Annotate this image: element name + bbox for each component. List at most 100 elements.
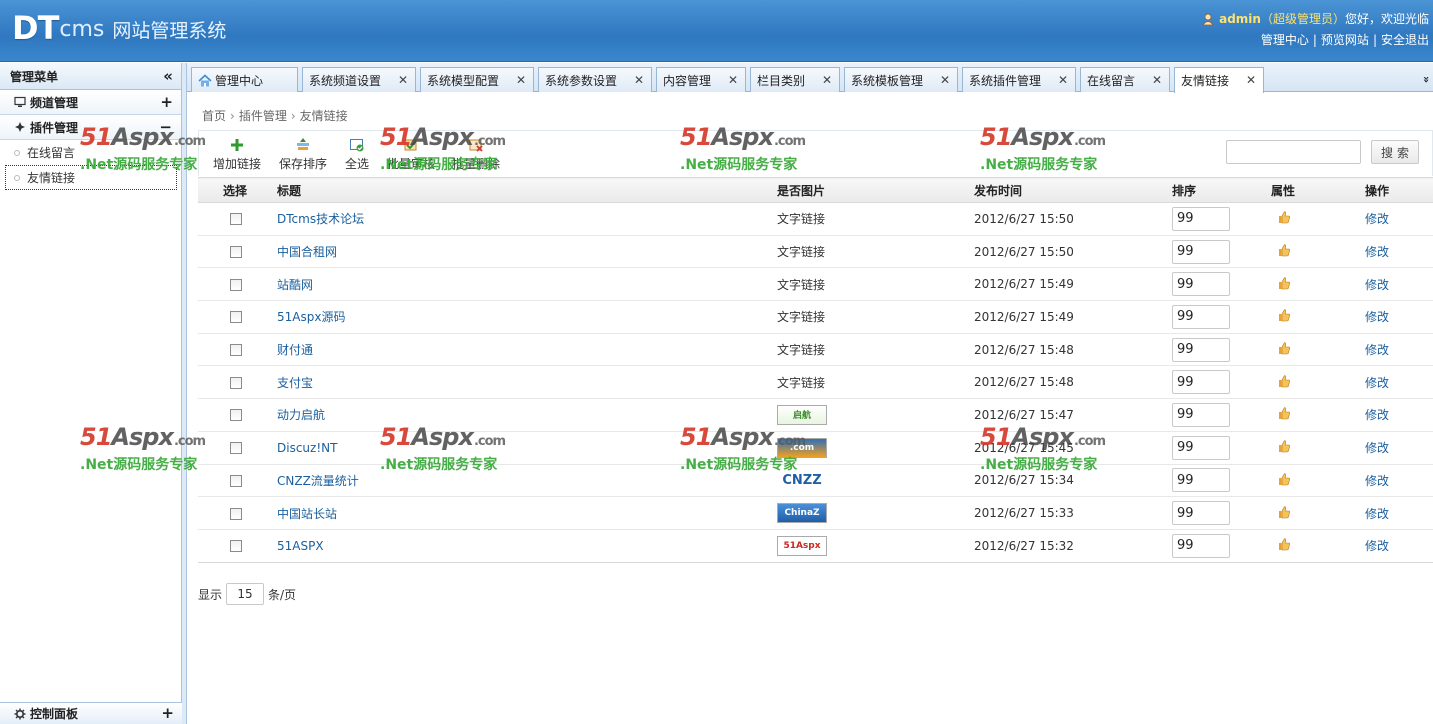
edit-link[interactable]: 修改 (1365, 539, 1389, 553)
row-checkbox[interactable] (230, 474, 242, 487)
collapse-group-icon[interactable]: − (159, 119, 172, 135)
link-title[interactable]: DTcms技术论坛 (277, 212, 364, 226)
close-icon[interactable]: ✕ (398, 73, 408, 87)
edit-link[interactable]: 修改 (1365, 343, 1389, 357)
main-content: 首页 › 插件管理 › 友情链接 增加链接 保存排序 全选 批量审核 批量删除 搜索 选… (187, 93, 1433, 724)
thumbs-up-icon[interactable] (1277, 243, 1291, 257)
search-button[interactable]: 搜索 (1371, 140, 1419, 164)
edit-link[interactable]: 修改 (1365, 310, 1389, 324)
close-icon[interactable]: ✕ (1152, 73, 1162, 87)
thumbs-up-icon[interactable] (1277, 276, 1291, 290)
link-title[interactable]: 51Aspx源码 (277, 310, 345, 324)
top-links: 管理中心 | 预览网站 | 安全退出 (1261, 31, 1429, 48)
expand-icon[interactable]: + (161, 706, 174, 721)
link-title[interactable]: Discuz!NT (277, 441, 337, 455)
breadcrumb-home[interactable]: 首页 (202, 109, 226, 123)
tab-content-manage[interactable]: 内容管理 ✕ (656, 67, 746, 92)
sort-input[interactable]: 99 (1172, 304, 1230, 329)
sort-input[interactable]: 99 (1172, 468, 1230, 493)
tab-scroll-icon[interactable]: » (1414, 73, 1433, 86)
close-icon[interactable]: ✕ (1246, 73, 1256, 87)
menu-group-channel[interactable]: 频道管理 + (0, 90, 181, 115)
expand-icon[interactable]: + (160, 94, 173, 110)
edit-link[interactable]: 修改 (1365, 507, 1389, 521)
breadcrumb-plugin[interactable]: 插件管理 (239, 109, 287, 123)
close-icon[interactable]: ✕ (1058, 73, 1068, 87)
sidebar-footer-control-panel[interactable]: 控制面板 + (0, 702, 182, 724)
row-checkbox[interactable] (230, 311, 242, 324)
thumbs-up-icon[interactable] (1277, 505, 1291, 519)
tab-messages[interactable]: 在线留言 ✕ (1080, 67, 1170, 92)
thumbs-up-icon[interactable] (1277, 472, 1291, 486)
tab-category[interactable]: 栏目类别 ✕ (750, 67, 840, 92)
link-title[interactable]: 站酷网 (277, 278, 313, 292)
link-title[interactable]: 支付宝 (277, 376, 313, 390)
edit-link[interactable]: 修改 (1365, 441, 1389, 455)
sort-input[interactable]: 99 (1172, 435, 1230, 460)
select-all-button[interactable]: 全选 (345, 137, 369, 172)
link-title[interactable]: 中国合租网 (277, 245, 337, 259)
link-title[interactable]: 中国站长站 (277, 507, 337, 521)
thumbs-up-icon[interactable] (1277, 308, 1291, 322)
thumbs-up-icon[interactable] (1277, 210, 1291, 224)
thumbs-up-icon[interactable] (1277, 341, 1291, 355)
thumbs-up-icon[interactable] (1277, 537, 1291, 551)
edit-link[interactable]: 修改 (1365, 212, 1389, 226)
sort-input[interactable]: 99 (1172, 402, 1230, 427)
tab-plugin-manage[interactable]: 系统插件管理 ✕ (962, 67, 1076, 92)
row-checkbox[interactable] (230, 409, 242, 422)
add-link-button[interactable]: 增加链接 (213, 137, 261, 172)
tab-model-config[interactable]: 系统模型配置 ✕ (420, 67, 534, 92)
row-checkbox[interactable] (230, 278, 242, 291)
row-checkbox[interactable] (230, 376, 242, 389)
sort-input[interactable]: 99 (1172, 239, 1230, 264)
row-checkbox[interactable] (230, 442, 242, 455)
thumbs-up-icon[interactable] (1277, 374, 1291, 388)
edit-link[interactable]: 修改 (1365, 474, 1389, 488)
link-preview-site[interactable]: 预览网站 (1321, 33, 1369, 47)
sort-input[interactable]: 99 (1172, 206, 1230, 231)
row-checkbox[interactable] (230, 344, 242, 357)
link-title[interactable]: 动力启航 (277, 408, 325, 422)
close-icon[interactable]: ✕ (822, 73, 832, 87)
close-icon[interactable]: ✕ (516, 73, 526, 87)
close-icon[interactable]: ✕ (634, 73, 644, 87)
tab-param-settings[interactable]: 系统参数设置 ✕ (538, 67, 652, 92)
edit-link[interactable]: 修改 (1365, 278, 1389, 292)
sidebar-item-links[interactable]: 友情链接 (5, 165, 177, 190)
sort-input[interactable]: 99 (1172, 533, 1230, 558)
close-icon[interactable]: ✕ (940, 73, 950, 87)
menu-group-plugin[interactable]: 插件管理 − (0, 115, 181, 140)
thumbs-up-icon[interactable] (1277, 439, 1291, 453)
link-title[interactable]: CNZZ流量统计 (277, 474, 359, 488)
link-logout[interactable]: 安全退出 (1381, 33, 1429, 47)
search-input[interactable] (1226, 140, 1361, 164)
tab-template-manage[interactable]: 系统模板管理 ✕ (844, 67, 958, 92)
sidebar-item-messages[interactable]: 在线留言 (0, 140, 181, 165)
page-size-input[interactable]: 15 (226, 583, 265, 605)
sort-input[interactable]: 99 (1172, 272, 1230, 297)
link-title[interactable]: 51ASPX (277, 539, 324, 553)
row-checkbox[interactable] (230, 213, 242, 226)
edit-link[interactable]: 修改 (1365, 408, 1389, 422)
link-title[interactable]: 财付通 (277, 343, 313, 357)
tab-admin-center[interactable]: 管理中心 (191, 67, 298, 92)
batch-audit-button[interactable]: 批量审核 (387, 137, 435, 172)
thumbs-up-icon[interactable] (1277, 406, 1291, 420)
row-checkbox[interactable] (230, 507, 242, 520)
link-admin-center[interactable]: 管理中心 (1261, 33, 1309, 47)
close-icon[interactable]: ✕ (728, 73, 738, 87)
edit-link[interactable]: 修改 (1365, 245, 1389, 259)
sort-input[interactable]: 99 (1172, 337, 1230, 362)
batch-delete-button[interactable]: 批量删除 (452, 137, 500, 172)
sort-input[interactable]: 99 (1172, 370, 1230, 395)
collapse-icon[interactable]: « (163, 68, 173, 84)
sort-input[interactable]: 99 (1172, 501, 1230, 526)
row-checkbox[interactable] (230, 246, 242, 259)
tab-channel-settings[interactable]: 系统频道设置 ✕ (302, 67, 416, 92)
row-checkbox[interactable] (230, 540, 242, 553)
edit-link[interactable]: 修改 (1365, 376, 1389, 390)
tab-friend-links[interactable]: 友情链接 ✕ (1174, 67, 1264, 93)
save-sort-button[interactable]: 保存排序 (279, 137, 327, 172)
batch-audit-label: 批量审核 (387, 157, 436, 171)
